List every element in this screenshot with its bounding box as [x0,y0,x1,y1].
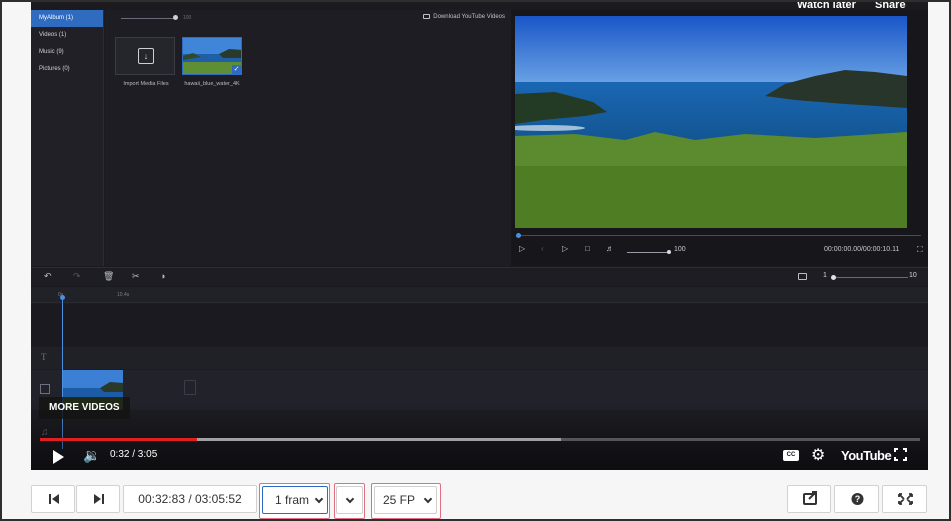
timeline-zoom-icon [798,273,807,280]
preview-volume-value: 100 [674,246,686,253]
preview-controls: ▷ ‹ ▷ □ ♬ 100 00:00:00.00/00:00:10.11 ⛶ [511,244,928,260]
thumbnail-size-knob[interactable] [173,15,178,20]
help-icon: ? [851,493,864,505]
settings-gear-icon[interactable]: ⚙ [811,445,825,465]
media-library-sidebar: MyAlbum (1) Videos (1) Music (9) Picture… [31,10,104,266]
thumbnail-size-value: 100 [183,15,192,21]
timeline-zoom-max: 10 [909,272,917,279]
youtube-logo[interactable]: YouTube [841,448,892,463]
import-media-label: Import Media Files [123,81,169,87]
empty-track-area [31,304,928,346]
timeline-toolbar: ↶ ↷ 🗑 ✂ ◑ 1 10 [31,267,928,286]
delete-icon[interactable]: 🗑 [103,271,114,282]
frame-step-value: 1 fram [275,493,310,507]
next-frame-icon[interactable]: ▷ [562,244,568,253]
previous-frame-icon[interactable]: ‹ [541,244,544,253]
fps-value: 25 FP [383,493,416,507]
help-button[interactable]: ? [834,485,879,513]
import-media-tile[interactable]: ↓ [115,37,175,75]
timecode-display: 00:32:83 / 03:05:52 [123,485,257,513]
timeline-zoom-knob[interactable] [831,275,836,280]
timeline-zoom-min: 1 [823,272,827,279]
chevron-down-icon [314,494,324,504]
timeline-zoom-slider[interactable] [832,277,908,278]
preview-progress-track[interactable] [517,235,921,236]
youtube-time-display: 0:32 / 3:05 [110,449,158,460]
export-icon [803,491,817,505]
svg-text:?: ? [855,494,861,504]
preview-panel: ▷ ‹ ▷ □ ♬ 100 00:00:00.00/00:00:10.11 ⛶ [511,10,928,266]
volume-icon[interactable]: 🔉 [83,447,100,464]
preview-progress-knob[interactable] [516,233,521,238]
sidebar-item-videos[interactable]: Videos (1) [31,27,103,44]
preview-volume-knob[interactable] [667,250,671,254]
skip-back-icon [49,494,59,504]
stop-icon[interactable]: □ [585,244,590,253]
undo-icon[interactable]: ↶ [44,271,52,282]
preview-video-frame[interactable] [515,16,907,228]
fps-select[interactable]: 25 FP [374,486,437,514]
volume-icon[interactable]: ♬ [606,244,614,253]
next-frame-button[interactable] [76,485,120,513]
watch-later-button[interactable]: Watch later [797,2,856,11]
selected-check-icon: ✓ [232,65,241,74]
video-track-icon [40,384,50,394]
export-button[interactable] [787,485,831,513]
chevron-down-icon [423,494,433,504]
youtube-controls: 🔉 0:32 / 3:05 CC ⚙ YouTube [31,445,928,469]
cut-icon[interactable]: ✂ [132,271,140,282]
fullscreen-button[interactable] [882,485,927,513]
ruler-mark-label: 10.4s [117,292,130,298]
fullscreen-icon[interactable] [894,448,907,461]
media-clip-thumbnail[interactable]: ✓ [182,37,242,75]
preview-fullscreen-icon[interactable]: ⛶ [917,245,923,255]
share-button[interactable]: Share [875,2,906,11]
download-youtube-label: Download YouTube Videos [433,14,505,21]
app-frame: MyAlbum (1) Videos (1) Music (9) Picture… [0,0,951,521]
subtitles-icon[interactable]: CC [783,450,799,461]
text-track-icon: T [41,352,47,362]
more-videos-button[interactable]: MORE VIDEOS [39,397,130,419]
play-icon[interactable]: ▷ [519,244,525,253]
preview-image [515,16,907,228]
frame-step-select[interactable]: 1 fram [262,486,328,514]
split-icon[interactable]: ◑ [160,271,165,281]
sidebar-item-myalbum[interactable]: MyAlbum (1) [31,10,103,27]
thumbnail-size-slider[interactable] [121,18,175,19]
text-track[interactable]: T [31,347,928,369]
youtube-progress-played [40,438,197,441]
chevron-down-icon [345,494,355,504]
media-clip-label: hawaii_blue_water_4K [184,81,240,87]
import-icon: ↓ [138,48,154,64]
expand-icon [898,493,913,505]
play-icon[interactable] [53,450,64,464]
sidebar-item-music[interactable]: Music (9) [31,44,103,61]
preview-timecode: 00:00:00.00/00:00:10.11 [824,246,900,253]
timeline-ruler[interactable]: 0s 10.4s [31,287,928,303]
preview-volume-slider[interactable] [627,252,669,253]
sidebar-item-pictures[interactable]: Pictures (0) [31,61,103,78]
embedded-video-player[interactable]: MyAlbum (1) Videos (1) Music (9) Picture… [31,2,928,470]
previous-frame-button[interactable] [31,485,75,513]
download-youtube-link[interactable]: Download YouTube Videos [423,14,505,20]
media-panel: 100 Download YouTube Videos ↓ Import Med… [105,10,511,266]
skip-forward-icon [94,494,104,504]
speed-select[interactable] [336,486,363,514]
clip-placeholder [184,380,196,395]
redo-icon[interactable]: ↷ [73,271,81,282]
download-icon [423,14,431,19]
